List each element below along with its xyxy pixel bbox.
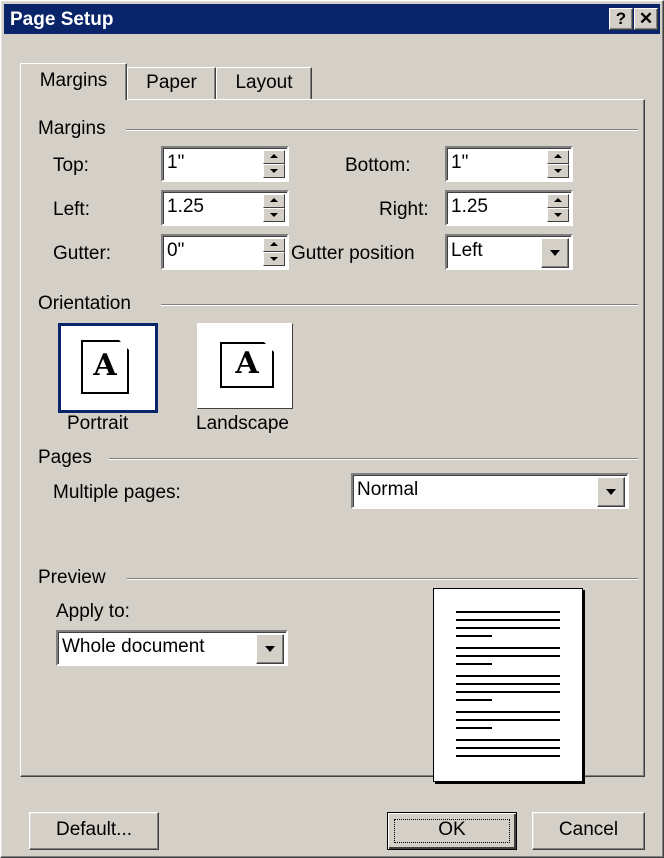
- close-button[interactable]: ✕: [634, 8, 658, 30]
- landscape-label: Landscape: [196, 413, 289, 434]
- bottom-margin-value: 1": [451, 152, 469, 173]
- gutter-position-value: Left: [451, 240, 483, 261]
- landscape-page-icon: A: [220, 342, 274, 388]
- spin-up-button[interactable]: [263, 150, 285, 164]
- multiple-pages-select[interactable]: Normal: [351, 473, 629, 509]
- left-label: Left:: [53, 199, 90, 220]
- spin-up-button[interactable]: [263, 194, 285, 208]
- left-margin-spinner[interactable]: [263, 194, 285, 222]
- portrait-page-icon: A: [81, 340, 129, 394]
- arrow-down-icon: [270, 213, 278, 217]
- tab-paper[interactable]: Paper: [127, 67, 216, 100]
- right-margin-field[interactable]: 1.25: [445, 190, 573, 226]
- page-setup-dialog: Page Setup ? ✕ Margins Paper Layout Marg…: [0, 0, 664, 858]
- dropdown-button[interactable]: [541, 238, 569, 268]
- default-button[interactable]: Default...: [29, 812, 159, 850]
- help-button[interactable]: ?: [609, 8, 633, 30]
- multiple-pages-label: Multiple pages:: [53, 482, 181, 503]
- spin-down-button[interactable]: [263, 252, 285, 266]
- ok-button[interactable]: OK: [387, 812, 517, 850]
- preview-group-label: Preview: [38, 567, 112, 589]
- dropdown-button[interactable]: [256, 634, 284, 664]
- spin-up-button[interactable]: [547, 150, 569, 164]
- portrait-option[interactable]: A: [58, 323, 158, 413]
- arrow-up-icon: [554, 154, 562, 158]
- top-margin-value: 1": [167, 152, 185, 173]
- gutter-value: 0": [167, 240, 185, 261]
- spin-down-button[interactable]: [547, 208, 569, 222]
- apply-to-select[interactable]: Whole document: [56, 630, 288, 666]
- spin-down-button[interactable]: [547, 164, 569, 178]
- left-margin-field[interactable]: 1.25: [161, 190, 289, 226]
- arrow-down-icon: [554, 213, 562, 217]
- preview-group-divider: [127, 578, 638, 580]
- arrow-up-icon: [554, 198, 562, 202]
- focus-ring: [394, 819, 510, 843]
- arrow-up-icon: [270, 242, 278, 246]
- portrait-label: Portrait: [67, 413, 129, 434]
- bottom-label: Bottom:: [345, 155, 411, 176]
- arrow-down-icon: [270, 169, 278, 173]
- spin-up-button[interactable]: [547, 194, 569, 208]
- title-bar: Page Setup ? ✕: [4, 4, 660, 34]
- margins-group-label: Margins: [38, 118, 112, 140]
- left-margin-value: 1.25: [167, 196, 204, 217]
- tab-layout[interactable]: Layout: [216, 67, 312, 100]
- dropdown-button[interactable]: [597, 477, 625, 507]
- spin-up-button[interactable]: [263, 238, 285, 252]
- arrow-up-icon: [270, 154, 278, 158]
- gutter-position-select[interactable]: Left: [445, 234, 573, 270]
- page-preview: [433, 588, 583, 782]
- spin-down-button[interactable]: [263, 164, 285, 178]
- chevron-down-icon: [550, 250, 560, 256]
- gutter-spinner[interactable]: [263, 238, 285, 266]
- gutter-field[interactable]: 0": [161, 234, 289, 270]
- gutter-position-label: Gutter position: [291, 243, 415, 264]
- chevron-down-icon: [265, 646, 275, 652]
- bottom-margin-field[interactable]: 1": [445, 146, 573, 182]
- orientation-group-label: Orientation: [38, 293, 137, 315]
- apply-to-value: Whole document: [62, 636, 205, 657]
- orientation-group-divider: [161, 304, 638, 306]
- arrow-down-icon: [554, 169, 562, 173]
- landscape-option[interactable]: A: [197, 323, 293, 409]
- gutter-label: Gutter:: [53, 243, 112, 264]
- margins-group-divider: [126, 129, 638, 131]
- chevron-down-icon: [606, 489, 616, 495]
- multiple-pages-value: Normal: [357, 479, 419, 500]
- pages-group-label: Pages: [38, 447, 98, 469]
- right-label: Right:: [379, 199, 429, 220]
- tab-margins[interactable]: Margins: [20, 63, 127, 100]
- cancel-button[interactable]: Cancel: [532, 812, 645, 850]
- bottom-margin-spinner[interactable]: [547, 150, 569, 178]
- arrow-up-icon: [270, 198, 278, 202]
- arrow-down-icon: [270, 257, 278, 261]
- top-margin-spinner[interactable]: [263, 150, 285, 178]
- top-margin-field[interactable]: 1": [161, 146, 289, 182]
- right-margin-spinner[interactable]: [547, 194, 569, 222]
- close-icon: ✕: [638, 9, 654, 28]
- pages-group-divider: [109, 458, 638, 460]
- top-label: Top:: [53, 155, 89, 176]
- dialog-title: Page Setup: [10, 9, 114, 30]
- spin-down-button[interactable]: [263, 208, 285, 222]
- apply-to-label: Apply to:: [56, 601, 130, 622]
- right-margin-value: 1.25: [451, 196, 488, 217]
